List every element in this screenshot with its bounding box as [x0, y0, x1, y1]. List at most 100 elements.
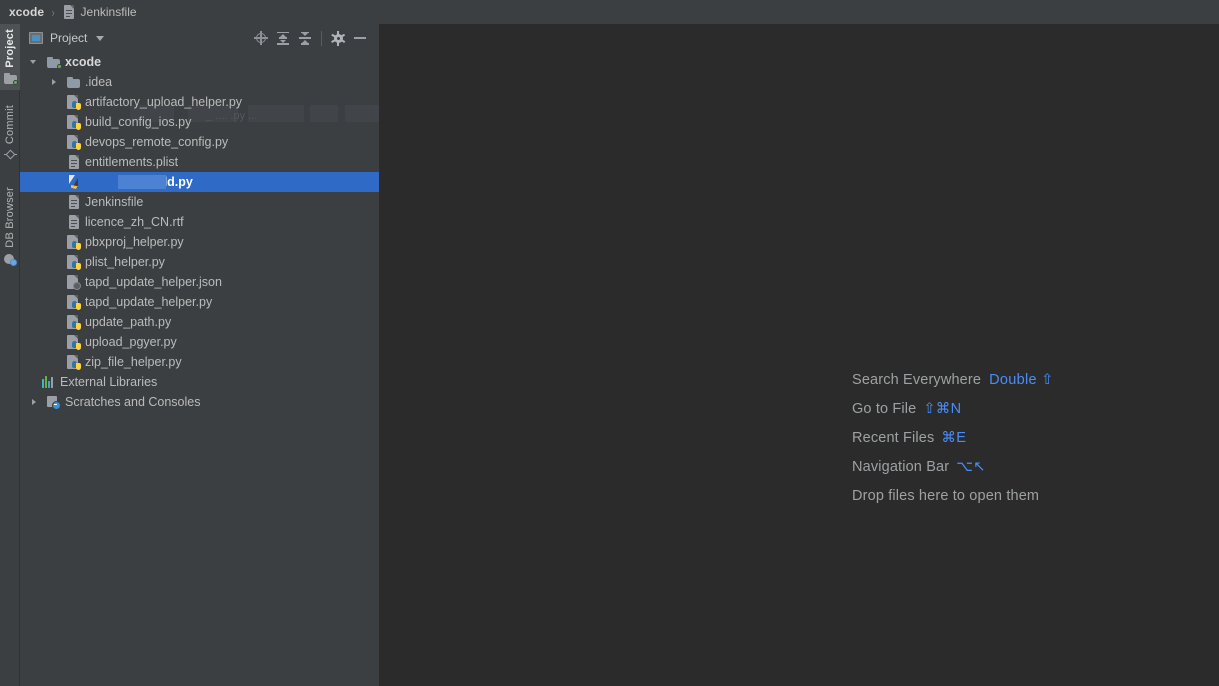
folder-icon [67, 76, 80, 88]
document-icon [68, 155, 80, 169]
tree-row-label: devops_remote_config.py [85, 135, 229, 149]
chevron-down-icon[interactable] [96, 35, 105, 41]
tree-row-xcode[interactable]: xcode [20, 52, 379, 72]
tree-row-scratches-and-consoles[interactable]: Scratches and Consoles [20, 392, 379, 412]
tree-row-tapd-update-helper-py[interactable]: tapd_update_helper.py [20, 292, 379, 312]
hint-shortcut: Double ⇧ [989, 372, 1054, 388]
hint-shortcut: ⇧⌘N [923, 401, 962, 417]
tree-row-update-path[interactable]: update_path.py [20, 312, 379, 332]
tree-row-upload-pgyer[interactable]: upload_pgyer.py [20, 332, 379, 352]
collapse-all-button[interactable] [294, 27, 316, 49]
commit-icon [3, 149, 17, 160]
tree-row-label: xcode [65, 55, 102, 69]
sidebar-item-project-label: Project [4, 29, 16, 68]
expand-all-button[interactable] [272, 27, 294, 49]
chevron-down-icon[interactable] [29, 57, 40, 68]
tree-row-label: licence_zh_CN.rtf [85, 215, 184, 229]
toolbar-divider [321, 30, 322, 46]
expand-all-icon [276, 31, 290, 45]
external-libraries-icon [42, 376, 55, 388]
tree-row-label: pbxproj_helper.py [85, 235, 184, 249]
tree-row-devops-remote-config[interactable]: devops_remote_config.py [20, 132, 379, 152]
tree-row-label: Jenkinsfile [85, 195, 144, 209]
tree-row-label: tapd_update_helper.py [85, 295, 213, 309]
editor-hints-list: Search Everywhere Double ⇧ Go to File ⇧⌘… [852, 372, 1054, 504]
hint-label: Drop files here to open them [852, 488, 1040, 504]
hint-search-everywhere[interactable]: Search Everywhere Double ⇧ [852, 372, 1054, 388]
chevron-right-icon[interactable] [29, 397, 40, 408]
tree-row-artifactory-upload-helper[interactable]: artifactory_upload_helper.py [20, 92, 379, 112]
tree-row-label: build_config_ios.py [85, 115, 192, 129]
tree-row-licence-zh-cn[interactable]: licence_zh_CN.rtf [20, 212, 379, 232]
tree-row-label: zip_file_helper.py [85, 355, 182, 369]
tree-row-label: plist_helper.py [85, 255, 165, 269]
hint-recent-files[interactable]: Recent Files ⌘E [852, 430, 1054, 446]
tree-row-label: .idea [85, 75, 113, 89]
python-file-icon [67, 315, 81, 330]
locate-target-icon [254, 31, 268, 45]
breadcrumb-root[interactable]: xcode [9, 5, 44, 19]
tree-row-build-py[interactable]: _build.py [20, 172, 379, 192]
hint-navigation-bar[interactable]: Navigation Bar ⌥↖ [852, 459, 1054, 475]
python-file-icon [67, 355, 81, 370]
hint-go-to-file[interactable]: Go to File ⇧⌘N [852, 401, 1054, 417]
project-view-icon [29, 32, 43, 44]
tree-row-label: tapd_update_helper.json [85, 275, 222, 289]
tree-row-idea[interactable]: .idea [20, 72, 379, 92]
tree-row-label: _build.py [138, 175, 193, 189]
select-opened-file-button[interactable] [250, 27, 272, 49]
sidebar-item-db-browser-label: DB Browser [4, 187, 16, 248]
project-file-tree: _ .... .py ... xcode .idea artifactory_u… [20, 52, 379, 412]
database-search-icon [3, 253, 17, 266]
sidebar-item-db-browser[interactable]: DB Browser [0, 182, 20, 268]
python-file-icon [67, 255, 81, 270]
sidebar-item-commit-label: Commit [4, 105, 16, 145]
tree-row-label: entitlements.plist [85, 155, 179, 169]
hint-label: Navigation Bar [852, 459, 950, 475]
project-panel-title: Project [50, 31, 88, 45]
tree-row-plist-helper[interactable]: plist_helper.py [20, 252, 379, 272]
tree-row-tapd-update-helper-json[interactable]: tapd_update_helper.json [20, 272, 379, 292]
sidebar-item-commit[interactable]: Commit [0, 100, 20, 168]
editor-empty-state: Search Everywhere Double ⇧ Go to File ⇧⌘… [381, 24, 1219, 686]
ide-window: xcode › Jenkinsfile Project Commit DB Br… [0, 0, 1219, 686]
python-file-icon [67, 135, 81, 150]
python-file-icon [67, 235, 81, 250]
tree-row-build-config-ios[interactable]: build_config_ios.py [20, 112, 379, 132]
folder-icon [3, 72, 18, 85]
tree-row-entitlements-plist[interactable]: entitlements.plist [20, 152, 379, 172]
tree-row-external-libraries[interactable]: External Libraries [20, 372, 379, 392]
project-tool-window: Project _ .... .py ... xcode .idea artif… [20, 24, 380, 686]
minimize-icon [354, 37, 366, 39]
project-view-selector[interactable]: Project [29, 31, 105, 45]
hint-label: Search Everywhere [852, 372, 982, 388]
tree-row-zip-file-helper[interactable]: zip_file_helper.py [20, 352, 379, 372]
breadcrumb-file[interactable]: Jenkinsfile [63, 5, 137, 19]
document-icon [63, 5, 75, 19]
tree-row-label: Scratches and Consoles [65, 395, 201, 409]
document-icon [68, 195, 80, 209]
build-file-icon [68, 175, 81, 189]
breadcrumb-separator-icon: › [51, 4, 55, 20]
tree-row-label: External Libraries [60, 375, 158, 389]
tool-window-strip: Project Commit DB Browser [0, 24, 20, 686]
python-file-icon [67, 95, 81, 110]
json-file-icon [67, 275, 81, 290]
hint-label: Recent Files [852, 430, 935, 446]
hint-shortcut: ⌘E [941, 430, 967, 446]
python-file-icon [67, 115, 81, 130]
selection-indicator [20, 172, 23, 192]
tree-row-pbxproj-helper[interactable]: pbxproj_helper.py [20, 232, 379, 252]
sidebar-item-project[interactable]: Project [0, 24, 20, 90]
document-icon [68, 215, 80, 229]
tree-row-jenkinsfile[interactable]: Jenkinsfile [20, 192, 379, 212]
chevron-right-icon[interactable] [49, 77, 60, 88]
breadcrumb-file-label: Jenkinsfile [80, 5, 137, 19]
settings-button[interactable] [327, 27, 349, 49]
project-panel-actions [250, 27, 371, 49]
hide-panel-button[interactable] [349, 27, 371, 49]
folder-icon [47, 56, 62, 69]
hint-label: Go to File [852, 401, 917, 417]
python-file-icon [67, 295, 81, 310]
tree-row-label: artifactory_upload_helper.py [85, 95, 243, 109]
